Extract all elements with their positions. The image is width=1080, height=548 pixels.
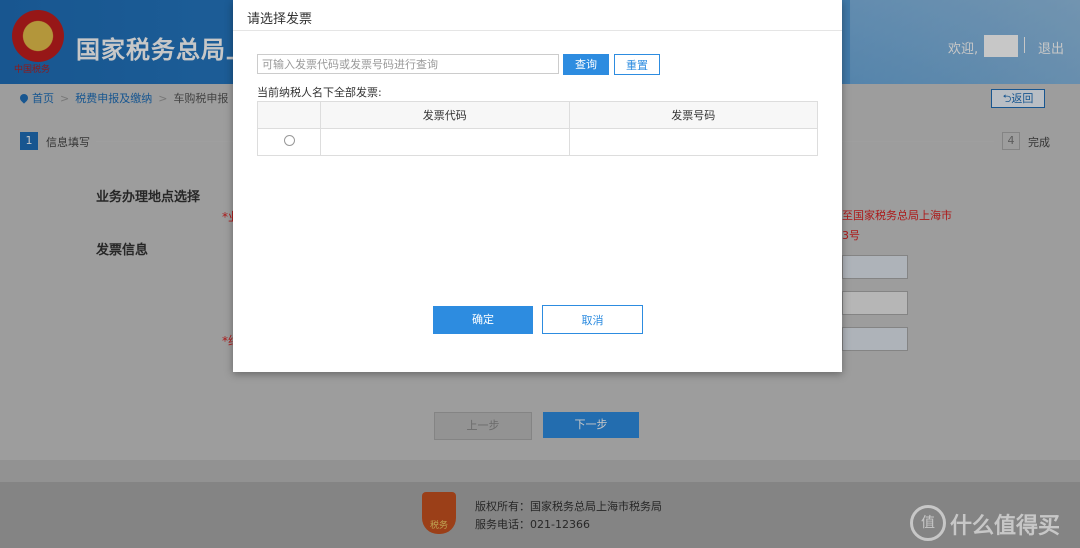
invoice-code-cell bbox=[320, 128, 570, 156]
table-row[interactable] bbox=[257, 128, 818, 156]
invoice-number-cell bbox=[568, 128, 818, 156]
column-header-invoice-code: 发票代码 bbox=[320, 101, 570, 129]
confirm-button[interactable]: 确定 bbox=[433, 306, 533, 334]
cancel-button[interactable]: 取消 bbox=[542, 305, 643, 334]
query-button[interactable]: 查询 bbox=[563, 54, 609, 75]
reset-button[interactable]: 重置 bbox=[614, 54, 660, 75]
invoice-list-caption: 当前纳税人名下全部发票: bbox=[257, 86, 382, 99]
select-cell bbox=[257, 128, 321, 156]
invoice-table: 发票代码 发票号码 bbox=[257, 101, 818, 156]
dialog-title: 请选择发票 bbox=[247, 12, 313, 27]
select-invoice-dialog: 请选择发票 可输入发票代码或发票号码进行查询 查询 重置 当前纳税人名下全部发票… bbox=[233, 0, 842, 372]
table-header-row: 发票代码 发票号码 bbox=[257, 101, 818, 129]
dialog-divider bbox=[233, 30, 842, 31]
column-header-invoice-number: 发票号码 bbox=[568, 101, 818, 129]
invoice-radio[interactable] bbox=[283, 135, 295, 146]
page: 中国税务 国家税务总局上 欢迎, 退出 首页 > 税费申报及缴纳 > 车购税申报 ⮌返回… bbox=[0, 0, 1080, 548]
invoice-search-input[interactable]: 可输入发票代码或发票号码进行查询 bbox=[257, 54, 559, 74]
column-header-select bbox=[257, 101, 321, 129]
